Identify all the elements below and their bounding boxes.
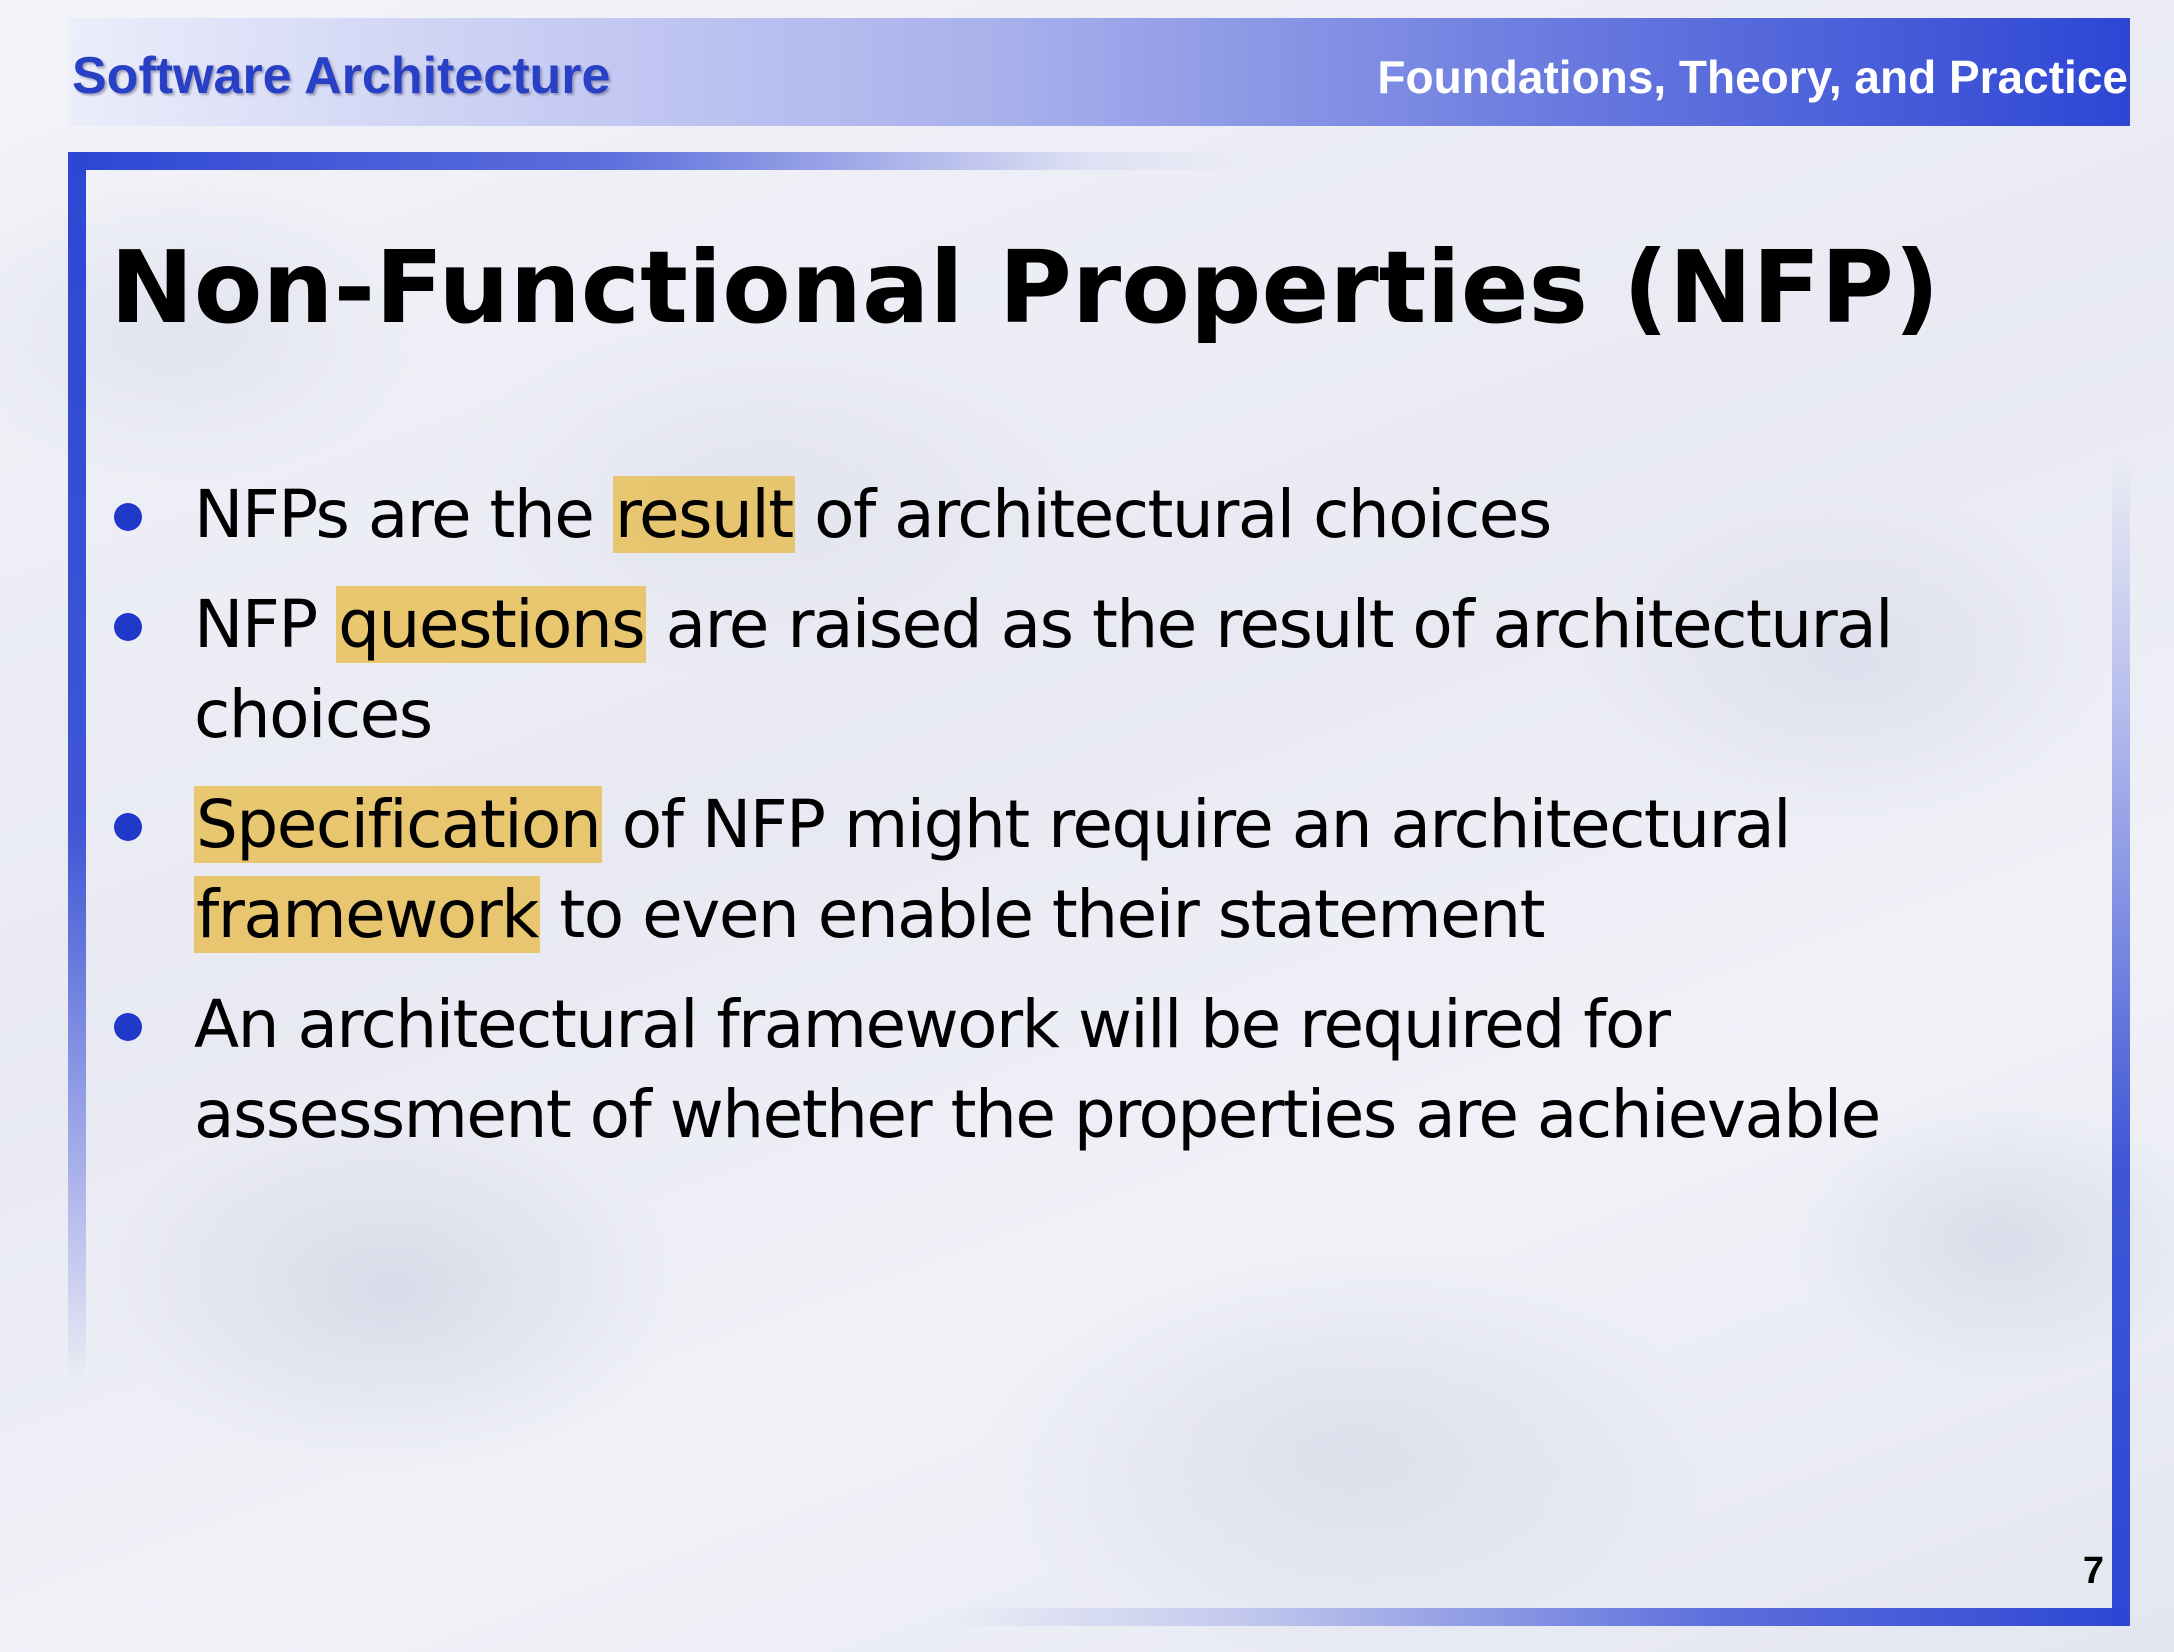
bullet-list: NFPs are the result of architectural cho… <box>112 470 2032 1180</box>
highlighted-term: framework <box>194 876 540 953</box>
bullet-dot-icon <box>114 813 142 841</box>
frame-right-rule <box>2112 460 2130 1626</box>
book-subtitle: Foundations, Theory, and Practice <box>1377 51 2128 103</box>
bullet-dot-icon <box>114 503 142 531</box>
bullet-text: NFP questions are raised as the result o… <box>194 586 1894 753</box>
text-segment: to even enable their statement <box>539 876 1545 953</box>
page-number: 7 <box>2082 1550 2104 1592</box>
text-segment: NFP <box>194 586 337 663</box>
text-segment: An architectural framework will be requi… <box>194 986 1881 1153</box>
bullet-text: An architectural framework will be requi… <box>194 986 1881 1153</box>
slide-title: Non-Functional Properties (NFP) <box>110 229 1940 346</box>
bullet-item: An architectural framework will be requi… <box>112 980 2032 1160</box>
frame-top-rule <box>68 152 1268 170</box>
bullet-item: Specification of NFP might require an ar… <box>112 780 2032 960</box>
course-title: Software Architecture <box>72 47 611 105</box>
bullet-text: Specification of NFP might require an ar… <box>194 786 1792 953</box>
frame-bottom-rule <box>940 1608 2130 1626</box>
text-segment: of NFP might require an architectural <box>602 786 1792 863</box>
bullet-dot-icon <box>114 1013 142 1041</box>
text-segment: NFPs are the <box>194 476 613 553</box>
text-segment: of architectural choices <box>794 476 1552 553</box>
highlighted-term: Specification <box>194 786 603 863</box>
highlighted-term: questions <box>336 586 647 663</box>
bullet-item: NFP questions are raised as the result o… <box>112 580 2032 760</box>
bullet-text: NFPs are the result of architectural cho… <box>194 476 1552 553</box>
bullet-item: NFPs are the result of architectural cho… <box>112 470 2032 560</box>
highlighted-term: result <box>612 476 795 553</box>
frame-left-rule <box>68 152 86 1382</box>
bullet-dot-icon <box>114 613 142 641</box>
